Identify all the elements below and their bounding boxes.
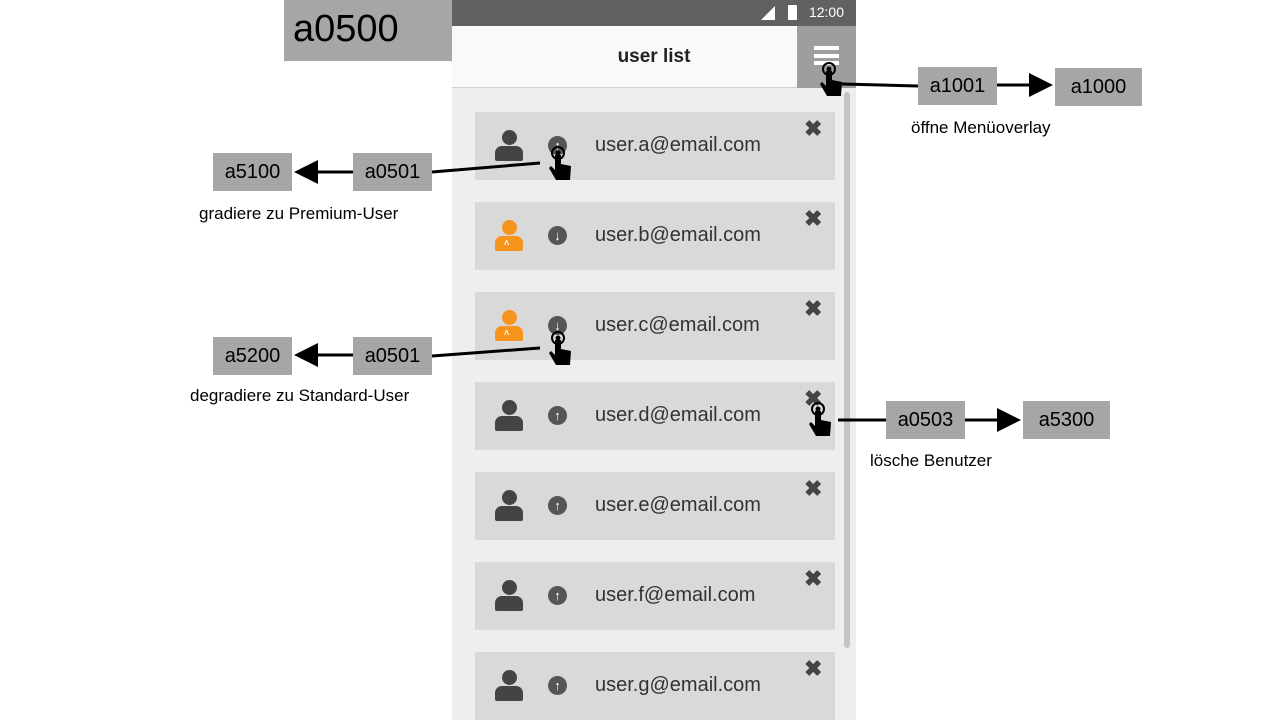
annotation-connectors [294, 73, 1053, 432]
tap-hand-icon [820, 62, 842, 96]
tap-hand-icon [549, 331, 571, 365]
tap-hand-icon [809, 402, 831, 436]
connector-downgrade [431, 346, 541, 358]
tap-hand-icon [549, 146, 571, 180]
connector-upgrade [431, 161, 541, 174]
connector-menu [841, 82, 919, 88]
